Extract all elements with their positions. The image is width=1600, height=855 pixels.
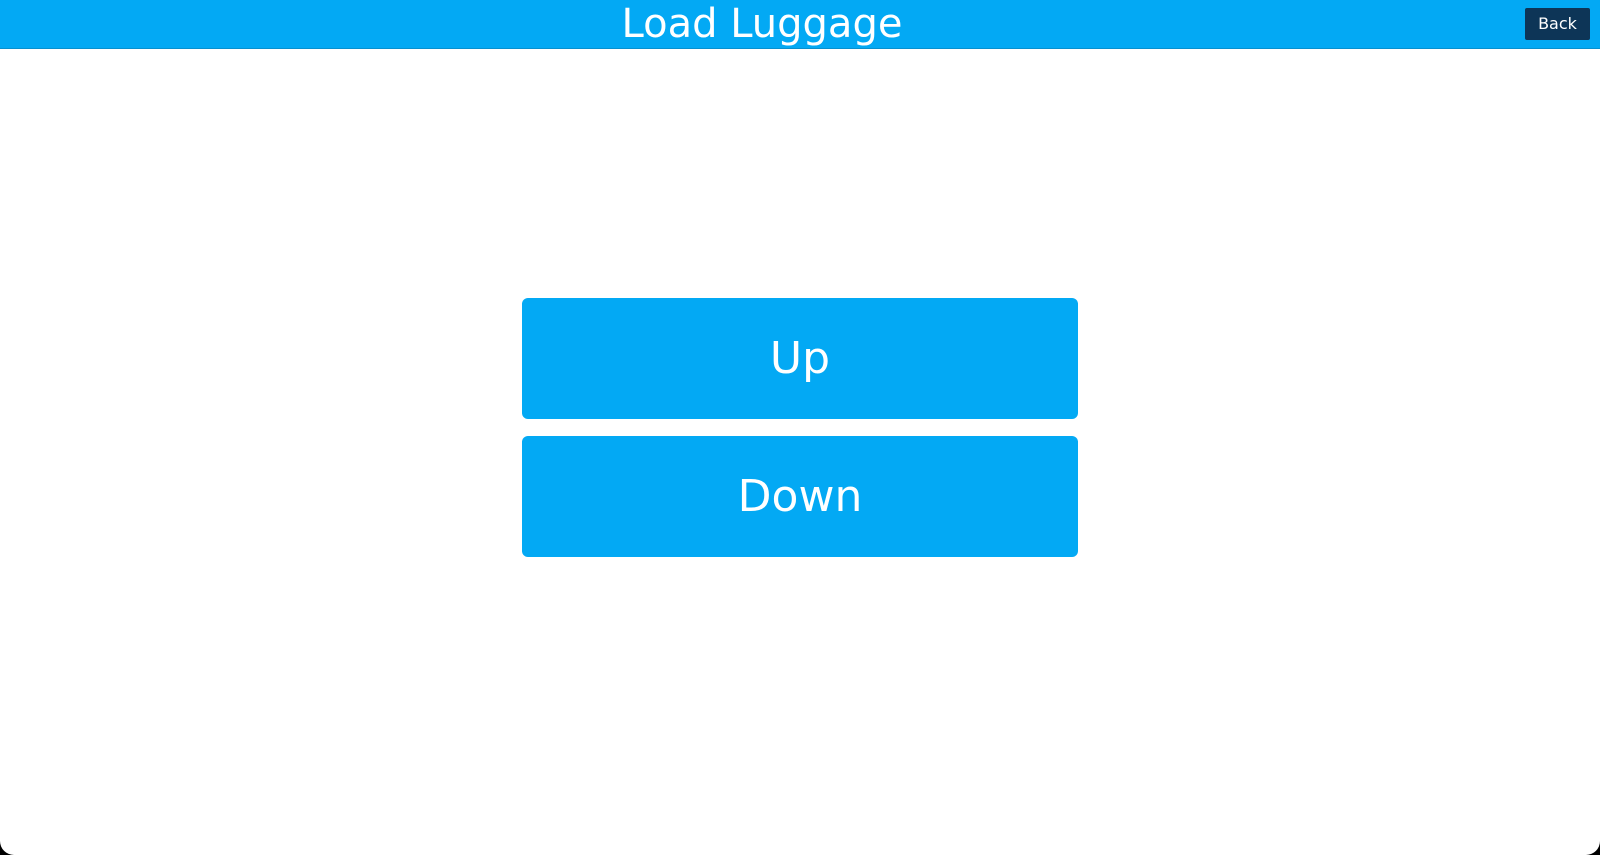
app-window: Load Luggage Back Up Down xyxy=(0,0,1600,855)
page-title: Load Luggage xyxy=(621,1,903,47)
header-bar: Load Luggage Back xyxy=(0,0,1600,49)
up-button[interactable]: Up xyxy=(522,298,1078,419)
down-button[interactable]: Down xyxy=(522,436,1078,557)
luggage-controls: Up Down xyxy=(522,298,1078,557)
back-button[interactable]: Back xyxy=(1525,8,1590,40)
